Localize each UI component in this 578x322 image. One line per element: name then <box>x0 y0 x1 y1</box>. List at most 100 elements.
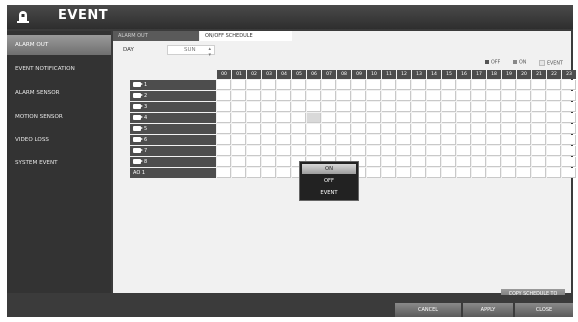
schedule-cell[interactable] <box>517 102 531 112</box>
schedule-cell[interactable] <box>487 102 501 112</box>
schedule-cell[interactable] <box>247 168 261 178</box>
sidebar-item-system-event[interactable]: SYSTEM EVENT <box>7 153 111 173</box>
schedule-cell[interactable] <box>397 113 411 123</box>
schedule-cell[interactable] <box>472 91 486 101</box>
schedule-cell[interactable] <box>367 102 381 112</box>
popup-option-on[interactable]: ON <box>302 164 356 174</box>
schedule-cell[interactable] <box>307 80 321 90</box>
cancel-button[interactable]: CANCEL <box>395 303 461 317</box>
schedule-cell[interactable] <box>382 91 396 101</box>
schedule-cell[interactable] <box>457 146 471 156</box>
schedule-cell[interactable] <box>247 102 261 112</box>
schedule-cell[interactable] <box>442 102 456 112</box>
schedule-cell[interactable] <box>517 80 531 90</box>
apply-button[interactable]: APPLY <box>463 303 513 317</box>
schedule-cell[interactable] <box>547 102 561 112</box>
tab-alarm-out[interactable]: ALARM OUT <box>113 31 199 41</box>
schedule-cell[interactable] <box>472 135 486 145</box>
schedule-cell[interactable] <box>487 91 501 101</box>
row-label[interactable]: 8 <box>130 157 216 167</box>
sidebar-item-motion-sensor[interactable]: MOTION SENSOR <box>7 107 111 127</box>
schedule-cell[interactable] <box>547 146 561 156</box>
schedule-cell[interactable] <box>232 168 246 178</box>
hour-header-cell[interactable]: 11 <box>382 70 396 79</box>
hour-header-cell[interactable]: 00 <box>217 70 231 79</box>
schedule-cell[interactable] <box>217 91 231 101</box>
schedule-cell[interactable] <box>367 113 381 123</box>
schedule-cell[interactable] <box>532 113 546 123</box>
schedule-cell[interactable] <box>472 146 486 156</box>
schedule-cell[interactable] <box>382 168 396 178</box>
schedule-cell[interactable] <box>247 157 261 167</box>
schedule-cell[interactable] <box>487 157 501 167</box>
schedule-cell[interactable] <box>472 102 486 112</box>
schedule-cell[interactable] <box>277 91 291 101</box>
schedule-cell[interactable] <box>427 168 441 178</box>
schedule-cell[interactable] <box>337 91 351 101</box>
schedule-cell[interactable] <box>307 135 321 145</box>
row-label[interactable]: 5 <box>130 124 216 134</box>
schedule-cell[interactable] <box>337 80 351 90</box>
schedule-cell[interactable] <box>367 157 381 167</box>
schedule-cell[interactable] <box>562 168 576 178</box>
schedule-cell[interactable] <box>442 157 456 167</box>
hour-header-cell[interactable]: 16 <box>457 70 471 79</box>
schedule-cell[interactable] <box>532 124 546 134</box>
schedule-cell[interactable] <box>502 124 516 134</box>
schedule-cell[interactable] <box>442 124 456 134</box>
schedule-cell[interactable] <box>232 113 246 123</box>
schedule-cell[interactable] <box>397 146 411 156</box>
schedule-cell[interactable] <box>442 168 456 178</box>
schedule-cell[interactable] <box>472 124 486 134</box>
popup-option-off[interactable]: OFF <box>302 176 356 186</box>
schedule-cell[interactable] <box>397 157 411 167</box>
schedule-cell[interactable] <box>502 146 516 156</box>
schedule-cell[interactable] <box>532 135 546 145</box>
sidebar-item-alarm-sensor[interactable]: ALARM SENSOR <box>7 83 111 103</box>
schedule-cell[interactable] <box>277 80 291 90</box>
schedule-cell[interactable] <box>217 168 231 178</box>
schedule-cell[interactable] <box>562 146 576 156</box>
schedule-cell[interactable] <box>352 135 366 145</box>
schedule-cell[interactable] <box>427 113 441 123</box>
schedule-cell[interactable] <box>307 102 321 112</box>
schedule-cell[interactable] <box>532 91 546 101</box>
tab-on-off-schedule[interactable]: ON/OFF SCHEDULE <box>200 31 292 41</box>
schedule-cell[interactable] <box>457 168 471 178</box>
schedule-cell[interactable] <box>262 80 276 90</box>
schedule-cell[interactable] <box>427 80 441 90</box>
schedule-cell[interactable] <box>277 146 291 156</box>
schedule-cell[interactable] <box>232 146 246 156</box>
schedule-cell[interactable] <box>262 168 276 178</box>
schedule-cell[interactable] <box>442 146 456 156</box>
schedule-cell[interactable] <box>412 80 426 90</box>
schedule-cell[interactable] <box>247 91 261 101</box>
schedule-cell[interactable] <box>337 124 351 134</box>
schedule-cell[interactable] <box>397 124 411 134</box>
schedule-cell[interactable] <box>427 91 441 101</box>
schedule-cell[interactable] <box>337 146 351 156</box>
hour-header-cell[interactable]: 12 <box>397 70 411 79</box>
row-label[interactable]: 3 <box>130 102 216 112</box>
schedule-cell[interactable] <box>352 102 366 112</box>
schedule-cell[interactable] <box>412 113 426 123</box>
hour-header-cell[interactable]: 15 <box>442 70 456 79</box>
schedule-cell[interactable] <box>232 80 246 90</box>
schedule-cell[interactable] <box>487 113 501 123</box>
schedule-cell[interactable] <box>502 113 516 123</box>
schedule-cell[interactable] <box>277 135 291 145</box>
schedule-cell[interactable] <box>517 146 531 156</box>
schedule-cell[interactable] <box>262 102 276 112</box>
schedule-cell[interactable] <box>442 80 456 90</box>
schedule-cell[interactable] <box>562 113 576 123</box>
schedule-cell[interactable] <box>247 146 261 156</box>
schedule-cell[interactable] <box>382 135 396 145</box>
hour-header-cell[interactable]: 07 <box>322 70 336 79</box>
schedule-cell[interactable] <box>232 124 246 134</box>
schedule-cell[interactable] <box>502 157 516 167</box>
schedule-cell[interactable] <box>487 146 501 156</box>
schedule-cell[interactable] <box>292 146 306 156</box>
schedule-cell[interactable] <box>412 102 426 112</box>
schedule-cell[interactable] <box>337 135 351 145</box>
schedule-cell[interactable] <box>367 146 381 156</box>
